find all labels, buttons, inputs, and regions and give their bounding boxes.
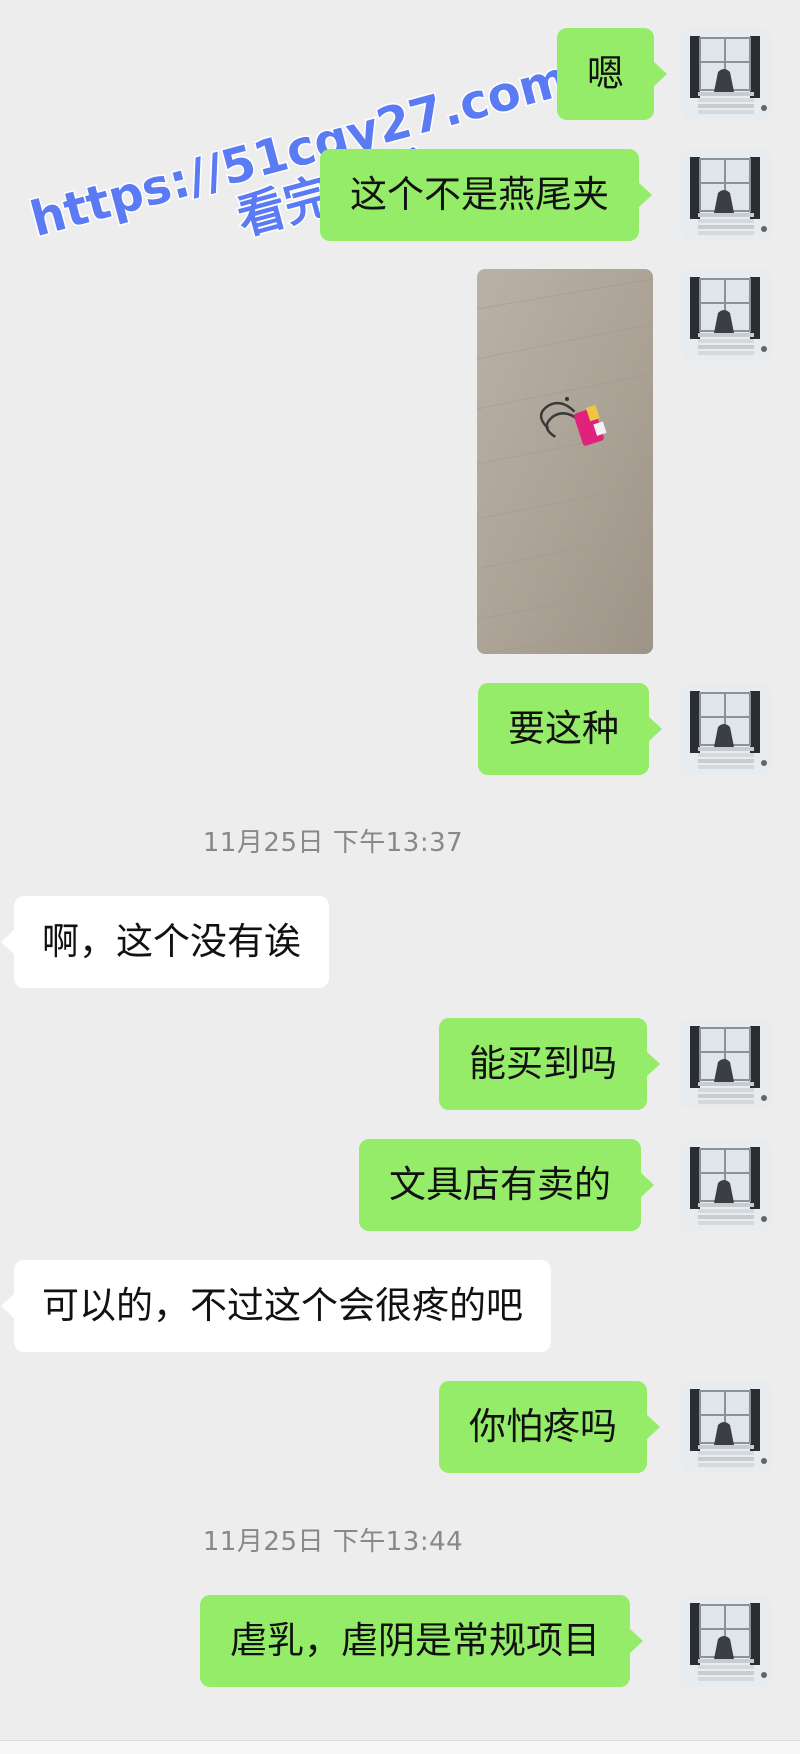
message-bubble-outgoing[interactable]: 要这种 — [478, 683, 662, 775]
input-bar-edge — [0, 1740, 800, 1754]
avatar[interactable] — [680, 1595, 772, 1687]
avatar-image — [680, 1139, 772, 1231]
avatar[interactable] — [680, 683, 772, 775]
avatar-image — [680, 683, 772, 775]
avatar[interactable] — [680, 1139, 772, 1231]
avatar-image — [680, 269, 772, 361]
message-bubble-outgoing[interactable]: 这个不是燕尾夹 — [320, 149, 652, 241]
message-bubble-outgoing[interactable]: 文具店有卖的 — [359, 1139, 654, 1231]
message-bubble-outgoing[interactable]: 虐乳，虐阴是常规项目 — [200, 1595, 643, 1687]
message-image[interactable] — [477, 269, 653, 654]
message-bubble-incoming[interactable]: 啊，这个没有诶 — [1, 896, 329, 988]
avatar-image — [680, 149, 772, 241]
message-bubble-outgoing[interactable]: 嗯 — [557, 28, 667, 120]
binder-clip-photo — [477, 269, 653, 654]
message-bubble-outgoing[interactable]: 你怕疼吗 — [439, 1381, 660, 1473]
chat-timestamp: 11月25日 下午13:37 — [202, 828, 464, 858]
avatar-image — [680, 28, 772, 120]
avatar-image — [680, 1018, 772, 1110]
avatar[interactable] — [680, 149, 772, 241]
avatar[interactable] — [680, 28, 772, 120]
message-bubble-outgoing[interactable]: 能买到吗 — [439, 1018, 660, 1110]
avatar[interactable] — [680, 1018, 772, 1110]
avatar[interactable] — [680, 269, 772, 361]
avatar[interactable] — [680, 1381, 772, 1473]
chat-timestamp: 11月25日 下午13:44 — [202, 1527, 464, 1557]
avatar-image — [680, 1595, 772, 1687]
avatar-image — [680, 1381, 772, 1473]
message-bubble-incoming[interactable]: 可以的，不过这个会很疼的吧 — [1, 1260, 551, 1352]
